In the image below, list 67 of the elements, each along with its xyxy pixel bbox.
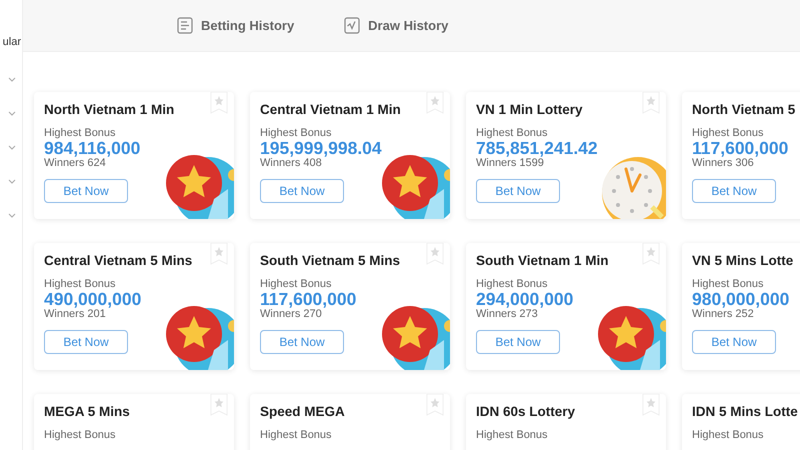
bookmark-icon[interactable] (426, 243, 444, 265)
bookmark-icon[interactable] (642, 92, 660, 114)
tab[interactable]: Draw History (344, 17, 448, 34)
bonus-label: Highest Bonus (260, 127, 332, 139)
game-title: South Vietnam 5 Mins (260, 253, 400, 268)
bonus-amount: 195,999,998.04 (260, 139, 382, 158)
bonus-label: Highest Bonus (692, 127, 764, 139)
winners-count: Winners 252 (692, 308, 754, 320)
bonus-label: Highest Bonus (44, 278, 116, 290)
game-title: Speed MEGA (260, 404, 345, 419)
chart-icon (344, 17, 360, 34)
game-title: Central Vietnam 5 Mins (44, 253, 192, 268)
game-title: VN 5 Mins Lotte (692, 253, 794, 268)
winners-count: Winners 201 (44, 308, 106, 320)
bookmark-icon[interactable] (210, 394, 228, 416)
bet-now-button[interactable]: Bet Now (260, 330, 344, 354)
bonus-amount: 984,116,000 (44, 139, 140, 158)
bonus-amount: 490,000,000 (44, 290, 142, 308)
bookmark-icon[interactable] (642, 394, 660, 416)
game-title: IDN 5 Mins Lotte (692, 404, 798, 419)
bonus-label: Highest Bonus (476, 429, 548, 441)
bookmark-icon[interactable] (426, 92, 444, 114)
winners-count: Winners 270 (260, 308, 322, 320)
bet-now-button[interactable]: Bet Now (692, 179, 776, 204)
game-title: North Vietnam 5 (692, 102, 796, 117)
chevron-icon[interactable] (8, 145, 16, 150)
bet-now-button[interactable]: Bet Now (476, 330, 560, 354)
game-title: North Vietnam 1 Min (44, 102, 174, 117)
bet-now-button[interactable]: Bet Now (260, 179, 344, 204)
bonus-label: Highest Bonus (692, 278, 764, 290)
sidebar-label[interactable]: ular (2, 36, 21, 48)
bonus-amount: 117,600,000 (692, 139, 788, 158)
winners-count: Winners 408 (260, 157, 322, 170)
bet-now-button[interactable]: Bet Now (44, 179, 128, 204)
game-title: IDN 60s Lottery (476, 404, 576, 419)
winners-count: Winners 273 (476, 308, 538, 320)
winners-count: Winners 624 (44, 157, 106, 170)
chevron-icon[interactable] (8, 213, 16, 218)
bonus-label: Highest Bonus (476, 278, 548, 290)
bet-now-button[interactable]: Bet Now (692, 330, 776, 354)
bonus-label: Highest Bonus (692, 429, 764, 441)
bonus-label: Highest Bonus (44, 127, 116, 139)
chevron-icon[interactable] (8, 179, 16, 184)
bet-now-button[interactable]: Bet Now (44, 330, 128, 354)
winners-count: Winners 1599 (476, 157, 544, 170)
game-title: MEGA 5 Mins (44, 404, 130, 419)
chevron-icon[interactable] (8, 111, 16, 116)
winners-count: Winners 306 (692, 157, 754, 170)
game-title: Central Vietnam 1 Min (260, 102, 401, 117)
bet-now-button[interactable]: Bet Now (476, 179, 560, 204)
bonus-label: Highest Bonus (260, 429, 332, 441)
tab[interactable]: Betting History (177, 17, 294, 34)
bonus-label: Highest Bonus (260, 278, 332, 290)
bonus-amount: 980,000,000 (692, 290, 790, 308)
bonus-amount: 117,600,000 (260, 290, 356, 308)
list-icon (177, 17, 193, 34)
chevron-icon[interactable] (8, 77, 16, 82)
bonus-label: Highest Bonus (476, 127, 548, 139)
bonus-amount: 294,000,000 (476, 290, 574, 308)
game-title: South Vietnam 1 Min (476, 253, 609, 268)
game-title: VN 1 Min Lottery (476, 102, 583, 117)
bonus-amount: 785,851,241.42 (476, 139, 598, 158)
bonus-label: Highest Bonus (44, 429, 116, 441)
bookmark-icon[interactable] (210, 92, 228, 114)
bookmark-icon[interactable] (210, 243, 228, 265)
bookmark-icon[interactable] (426, 394, 444, 416)
bookmark-icon[interactable] (642, 243, 660, 265)
